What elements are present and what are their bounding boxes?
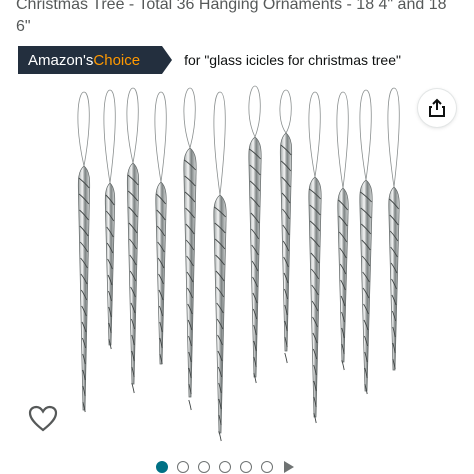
hanging-string bbox=[103, 89, 116, 184]
hanging-string bbox=[308, 91, 321, 178]
carousel-dot[interactable] bbox=[177, 461, 189, 473]
heart-icon bbox=[28, 405, 58, 432]
share-icon bbox=[429, 98, 445, 117]
product-image[interactable] bbox=[0, 80, 474, 450]
icicle-ornament bbox=[337, 187, 349, 363]
carousel-indicators bbox=[156, 461, 294, 473]
wishlist-button[interactable] bbox=[28, 404, 58, 434]
icicle-ornament bbox=[359, 179, 373, 392]
amazons-choice-row: Amazon's Choice for "glass icicles for c… bbox=[18, 46, 401, 74]
product-title-line-1: Christmas Tree - Total 36 Hanging Orname… bbox=[16, 0, 447, 13]
product-title: Christmas Tree - Total 36 Hanging Orname… bbox=[16, 0, 462, 38]
carousel-dot[interactable] bbox=[240, 461, 252, 473]
icicle-ornament bbox=[308, 176, 322, 418]
carousel-dot[interactable] bbox=[156, 461, 168, 473]
hanging-string bbox=[213, 91, 226, 196]
hanging-string bbox=[279, 89, 292, 134]
product-title-line-2: 6" bbox=[16, 18, 31, 35]
carousel-dot[interactable] bbox=[261, 461, 273, 473]
hanging-string bbox=[387, 87, 400, 188]
amazons-choice-badge: Amazon's Choice bbox=[18, 46, 173, 74]
hanging-string bbox=[77, 91, 90, 167]
icicle-ornament bbox=[248, 136, 262, 378]
hanging-string bbox=[126, 87, 139, 164]
share-button[interactable] bbox=[418, 89, 456, 127]
hanging-string bbox=[359, 89, 372, 181]
hanging-string bbox=[183, 87, 196, 149]
play-icon[interactable] bbox=[284, 461, 294, 473]
carousel-dot[interactable] bbox=[219, 461, 231, 473]
icicle-twist bbox=[188, 399, 192, 411]
choice-keyword[interactable]: for "glass icicles for christmas tree" bbox=[184, 52, 401, 68]
hanging-string bbox=[154, 91, 167, 183]
icicle-ornaments bbox=[77, 85, 400, 442]
badge-prefix: Amazon's bbox=[28, 51, 94, 69]
icicle-ornament bbox=[155, 181, 167, 365]
carousel-dot[interactable] bbox=[198, 461, 210, 473]
icicle-ornament bbox=[213, 194, 227, 434]
icicle-twist bbox=[284, 352, 288, 364]
icicle-ornament bbox=[388, 186, 400, 371]
badge-accent: Choice bbox=[93, 51, 141, 69]
hanging-string bbox=[248, 85, 261, 138]
hanging-string bbox=[336, 91, 349, 189]
icicle-twist bbox=[131, 382, 135, 394]
